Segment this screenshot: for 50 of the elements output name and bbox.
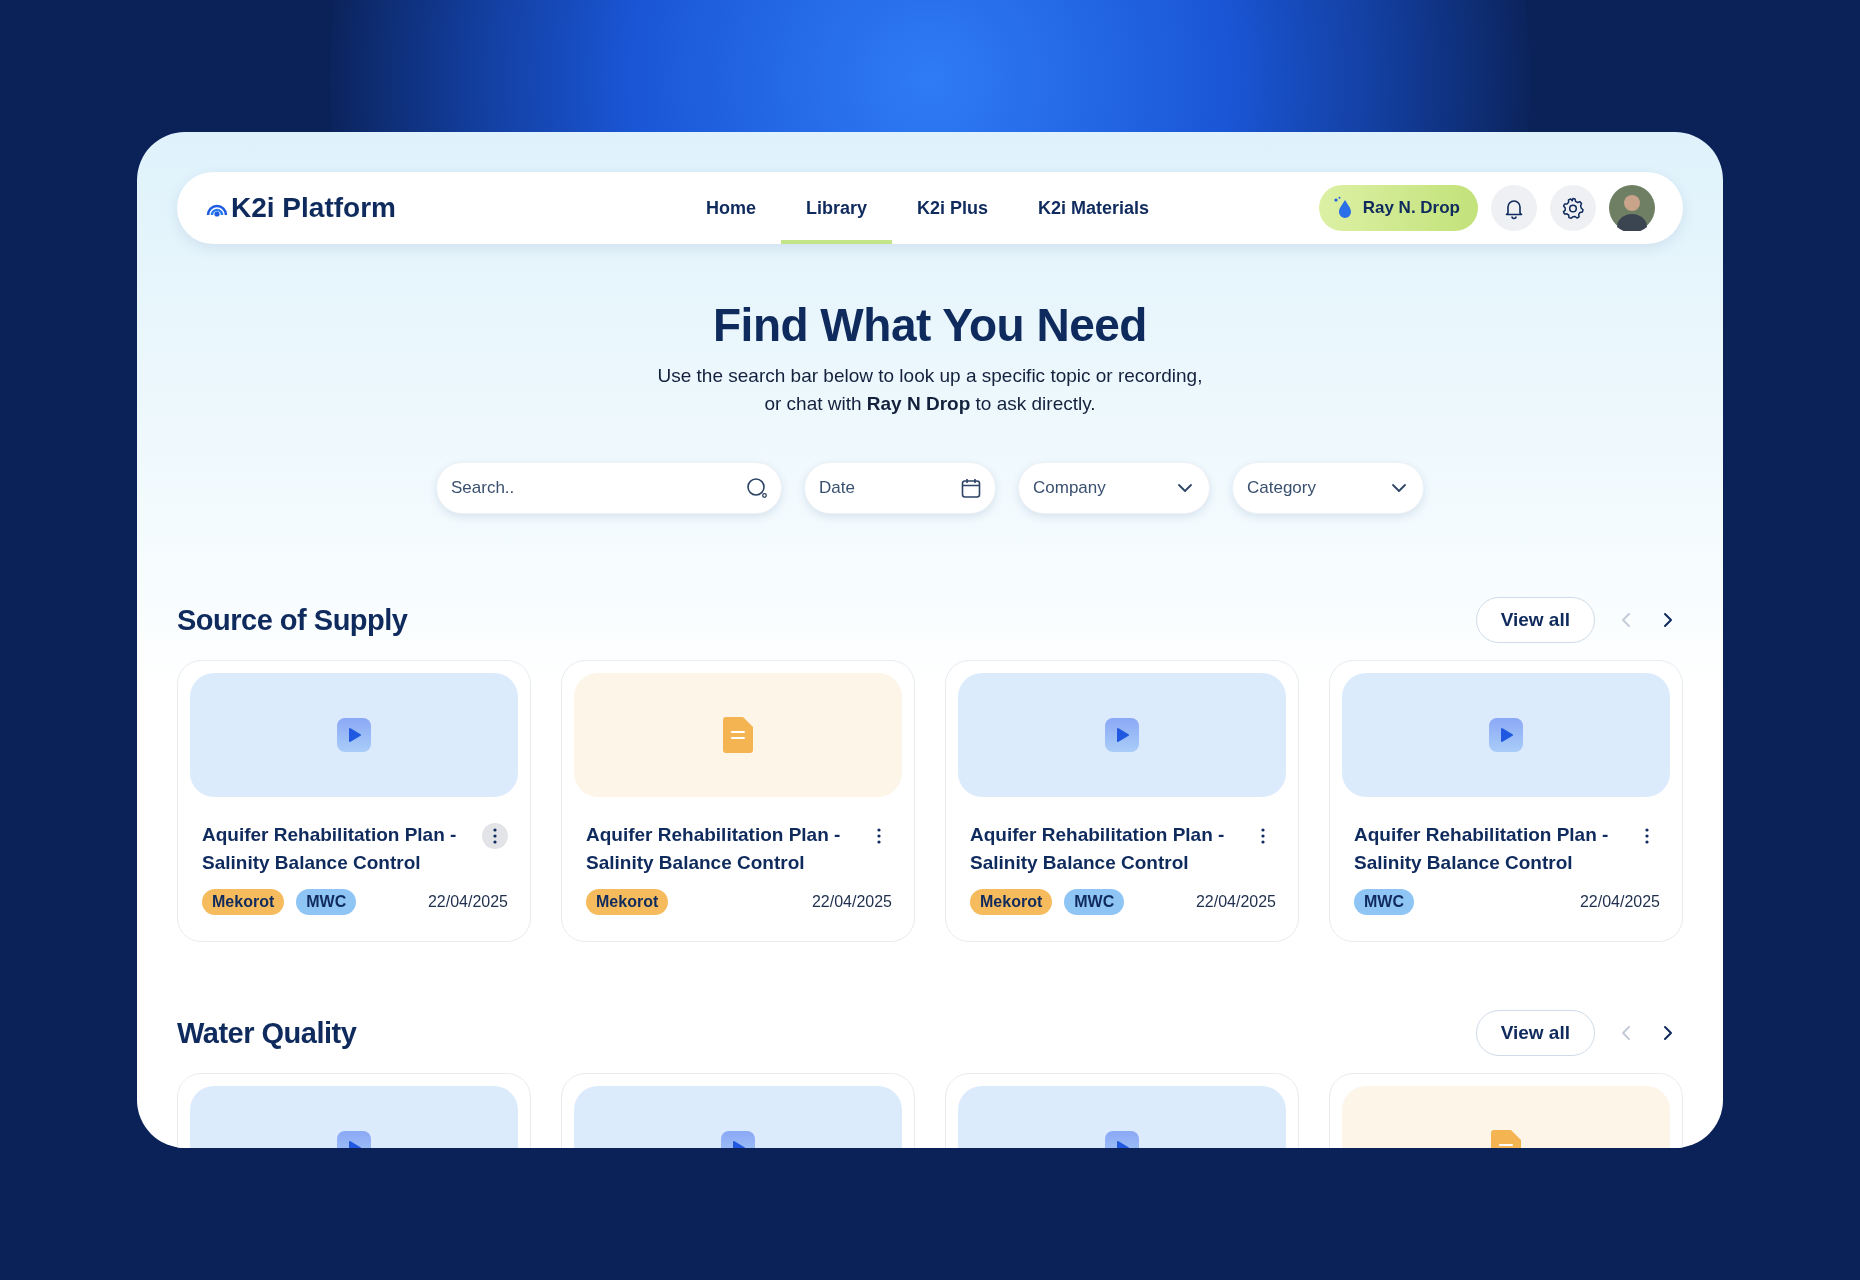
more-options-button[interactable] xyxy=(482,823,508,849)
card-title: Aquifer Rehabilitation Plan - Salinity Balance Control xyxy=(586,823,842,875)
nav-link[interactable]: Library xyxy=(781,172,893,244)
resource-card[interactable]: Aquifer Rehabilitation Plan - Salinity Balance Control MWC 22/04/2025 xyxy=(1329,660,1683,942)
date-field[interactable]: Date xyxy=(804,462,996,514)
hero-description: Use the search bar below to look up a specific topic or recording, or chat with Ray N Drop to ask directly. xyxy=(656,364,1204,416)
page-heading: Find What You Need xyxy=(712,298,1148,352)
card-title: Aquifer Rehabilitation Plan - Salinity Balance Control xyxy=(1354,823,1610,875)
calendar-icon xyxy=(960,477,982,499)
search-icon xyxy=(746,477,768,499)
vertical-dots-icon xyxy=(1261,828,1265,844)
play-icon xyxy=(337,718,371,752)
card-date: 22/04/2025 xyxy=(1195,893,1276,911)
notifications-button[interactable] xyxy=(1491,185,1537,231)
vertical-dots-icon xyxy=(493,828,497,844)
settings-icon xyxy=(1561,196,1585,220)
card-title: Aquifer Rehabilitation Plan - Salinity Balance Control xyxy=(970,823,1226,875)
nav-link[interactable]: Home xyxy=(681,172,781,244)
user-button[interactable]: Ray N. Drop xyxy=(1318,185,1478,231)
water-drop-icon xyxy=(1332,196,1353,220)
section-heading: Source of Supply xyxy=(177,603,408,637)
vertical-dots-icon xyxy=(877,828,881,844)
resource-card[interactable]: Aquifer Rehabilitation Plan - Salinity Balance Control Mekorot 22/04/2025 xyxy=(561,660,915,942)
view-all-button[interactable]: View all xyxy=(1475,597,1595,643)
tag: MWC xyxy=(296,889,357,915)
search-field[interactable]: Search.. xyxy=(436,462,782,514)
card-date: 22/04/2025 xyxy=(811,893,892,911)
resource-card[interactable]: Aquifer Rehabilitation Plan - Salinity Balance Control Mekorot MWC 22/04/2025 xyxy=(177,660,531,942)
view-all-button[interactable]: View all xyxy=(1475,1010,1595,1056)
play-icon xyxy=(1489,718,1523,752)
tag: MWC xyxy=(1064,889,1125,915)
card-date: 22/04/2025 xyxy=(1579,893,1660,911)
card-date: 22/04/2025 xyxy=(427,893,508,911)
logo-text: K2i Platform xyxy=(231,192,396,224)
play-icon xyxy=(1105,718,1139,752)
tag: Mekorot xyxy=(202,889,285,915)
section-heading: Water Quality xyxy=(177,1016,357,1050)
nav-link[interactable]: K2i Materials xyxy=(1013,172,1175,244)
resource-card[interactable]: Aquifer Rehabilitation Plan - Salinity Balance Control Mekorot MWC 22/04/2025 xyxy=(945,660,1299,942)
tag: Mekorot xyxy=(970,889,1053,915)
vertical-dots-icon xyxy=(1645,828,1649,844)
tag: Mekorot xyxy=(586,889,669,915)
dropdown[interactable]: Category xyxy=(1232,462,1424,514)
nav-link[interactable]: K2i Plus xyxy=(892,172,1014,244)
document-icon xyxy=(723,717,753,753)
settings-button[interactable] xyxy=(1550,185,1596,231)
avatar[interactable] xyxy=(1609,185,1655,231)
dropdown[interactable]: Company xyxy=(1018,462,1210,514)
tag: MWC xyxy=(1354,889,1414,915)
card-title: Aquifer Rehabilitation Plan - Salinity Balance Control xyxy=(202,823,458,875)
